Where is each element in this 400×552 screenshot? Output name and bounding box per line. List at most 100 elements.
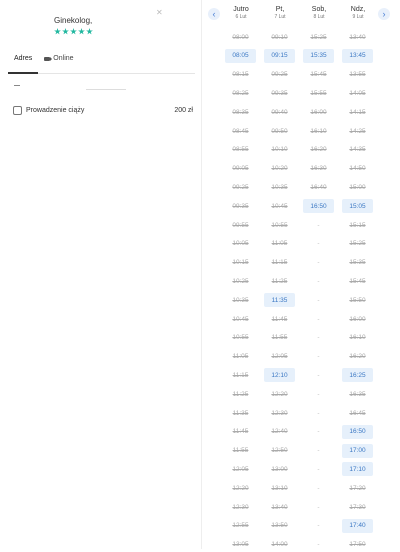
slot-booked: 16:10 — [349, 334, 366, 342]
slot-unavailable: - — [317, 240, 320, 248]
chevron-right-icon: › — [382, 8, 386, 19]
doctor-panel: Ginekolog, ✕ Adres Online Prowadzenie ci… — [0, 0, 201, 549]
slot-booked: 15:15 — [349, 221, 366, 229]
close-icon[interactable]: ✕ — [156, 8, 163, 17]
slot-booked: 08:35 — [232, 108, 249, 116]
slot-booked: 16:30 — [310, 165, 327, 173]
slot-booked: 10:05 — [232, 240, 249, 248]
slot-booked: 10:45 — [232, 315, 249, 323]
slot-booked: 11:15 — [271, 259, 288, 267]
slot-booked: 16:00 — [349, 315, 366, 323]
slot-booked: 17:50 — [349, 541, 366, 549]
slot-booked: 10:45 — [271, 202, 288, 210]
slot-available[interactable]: 16:50 — [342, 424, 373, 439]
slot-booked: 10:35 — [271, 183, 288, 191]
slot-unavailable: - — [317, 277, 320, 285]
chevron-left-icon: ‹ — [212, 8, 216, 19]
slot-available[interactable]: 08:05 — [225, 48, 256, 63]
day-date: 6 Lut — [235, 14, 247, 20]
slot-booked: 16:20 — [310, 146, 327, 154]
video-icon — [44, 57, 53, 61]
rating-stars — [54, 28, 93, 35]
slot-booked: 08:45 — [232, 127, 249, 135]
slot-available[interactable]: 11:35 — [264, 293, 295, 308]
slot-unavailable: - — [317, 353, 320, 361]
slot-booked: 13:40 — [271, 503, 288, 511]
slot-booked: 11:25 — [271, 277, 288, 285]
slot-booked: 13:00 — [271, 465, 288, 473]
slot-booked: 16:35 — [349, 390, 366, 398]
star-icon — [70, 28, 77, 35]
slot-unavailable: - — [317, 259, 320, 267]
slot-booked: 13:55 — [349, 71, 366, 79]
day-date: 7 Lut — [274, 14, 286, 20]
slot-booked: 14:25 — [349, 127, 366, 135]
slot-unavailable: - — [317, 296, 320, 304]
slot-booked: 14:35 — [349, 146, 366, 154]
doctor-specialty: Ginekolog, — [54, 16, 93, 25]
slot-unavailable: - — [317, 390, 320, 398]
slot-available[interactable]: 16:50 — [303, 199, 334, 214]
slot-booked: 15:35 — [349, 259, 366, 267]
slot-booked: 13:05 — [232, 541, 249, 549]
slot-booked: 12:05 — [271, 353, 288, 361]
slot-unavailable: - — [317, 447, 320, 455]
slot-booked: 11:05 — [232, 353, 249, 361]
slot-booked: 12:50 — [271, 447, 288, 455]
slot-booked: 15:55 — [310, 89, 327, 97]
star-icon — [54, 28, 61, 35]
service-name: Prowadzenie ciąży — [26, 107, 85, 114]
slot-available[interactable]: 17:40 — [342, 518, 373, 533]
slot-booked: 11:15 — [232, 371, 249, 379]
slot-booked: 11:25 — [232, 390, 249, 398]
slot-booked: 12:30 — [232, 503, 249, 511]
slot-unavailable: - — [317, 503, 320, 511]
slot-unavailable: - — [317, 221, 320, 229]
slot-available[interactable]: 13:45 — [342, 48, 373, 63]
service-row[interactable]: Prowadzenie ciąży 200 zł — [13, 106, 193, 115]
slot-booked: 11:55 — [232, 447, 249, 455]
slot-unavailable: - — [317, 371, 320, 379]
slot-available[interactable]: 17:10 — [342, 462, 373, 477]
day-header: Ndz, 9 Lut — [338, 6, 378, 20]
slot-available[interactable]: 09:15 — [264, 48, 295, 63]
star-icon — [62, 28, 69, 35]
slot-available[interactable]: 15:05 — [342, 199, 373, 214]
slot-booked: 15:45 — [310, 71, 327, 79]
slot-booked: 08:25 — [232, 89, 249, 97]
slot-booked: 16:40 — [310, 183, 327, 191]
star-icon — [86, 28, 93, 35]
address-placeholder-line — [86, 89, 126, 90]
slot-available[interactable]: 16:25 — [342, 368, 373, 383]
tab-online[interactable]: Online — [38, 51, 79, 72]
slot-booked: 15:25 — [310, 33, 327, 41]
slot-booked: 16:45 — [349, 409, 366, 417]
slot-available[interactable]: 15:35 — [303, 48, 334, 63]
slot-booked: 09:40 — [271, 108, 288, 116]
slot-booked: 12:05 — [232, 465, 249, 473]
slot-booked: 10:10 — [271, 146, 288, 154]
slot-booked: 10:55 — [271, 221, 288, 229]
next-week-button[interactable]: › — [378, 8, 390, 20]
slot-booked: 14:05 — [349, 89, 366, 97]
day-name: Ndz, — [350, 6, 366, 13]
day-name: Sob, — [311, 6, 327, 13]
slot-booked: 09:50 — [271, 127, 288, 135]
slot-available[interactable]: 12:10 — [264, 368, 295, 383]
slot-booked: 14:00 — [271, 541, 288, 549]
slot-booked: 10:55 — [232, 334, 249, 342]
slot-unavailable: - — [317, 334, 320, 342]
slot-available[interactable]: 17:00 — [342, 443, 373, 458]
slot-unavailable: - — [317, 522, 320, 530]
slot-booked: 15:00 — [349, 183, 366, 191]
slot-booked: 11:55 — [271, 334, 288, 342]
slot-booked: 12:20 — [271, 390, 288, 398]
tab-address[interactable]: Adres — [8, 51, 39, 74]
slot-booked: 15:50 — [349, 296, 366, 304]
prev-week-button[interactable]: ‹ — [208, 8, 220, 20]
tab-online-label: Online — [53, 55, 74, 62]
visit-type-tabs: Adres Online — [8, 51, 195, 74]
slot-booked: 17:30 — [349, 503, 366, 511]
slot-booked: 09:55 — [232, 221, 249, 229]
day-header: Jutro 6 Lut — [221, 6, 261, 20]
